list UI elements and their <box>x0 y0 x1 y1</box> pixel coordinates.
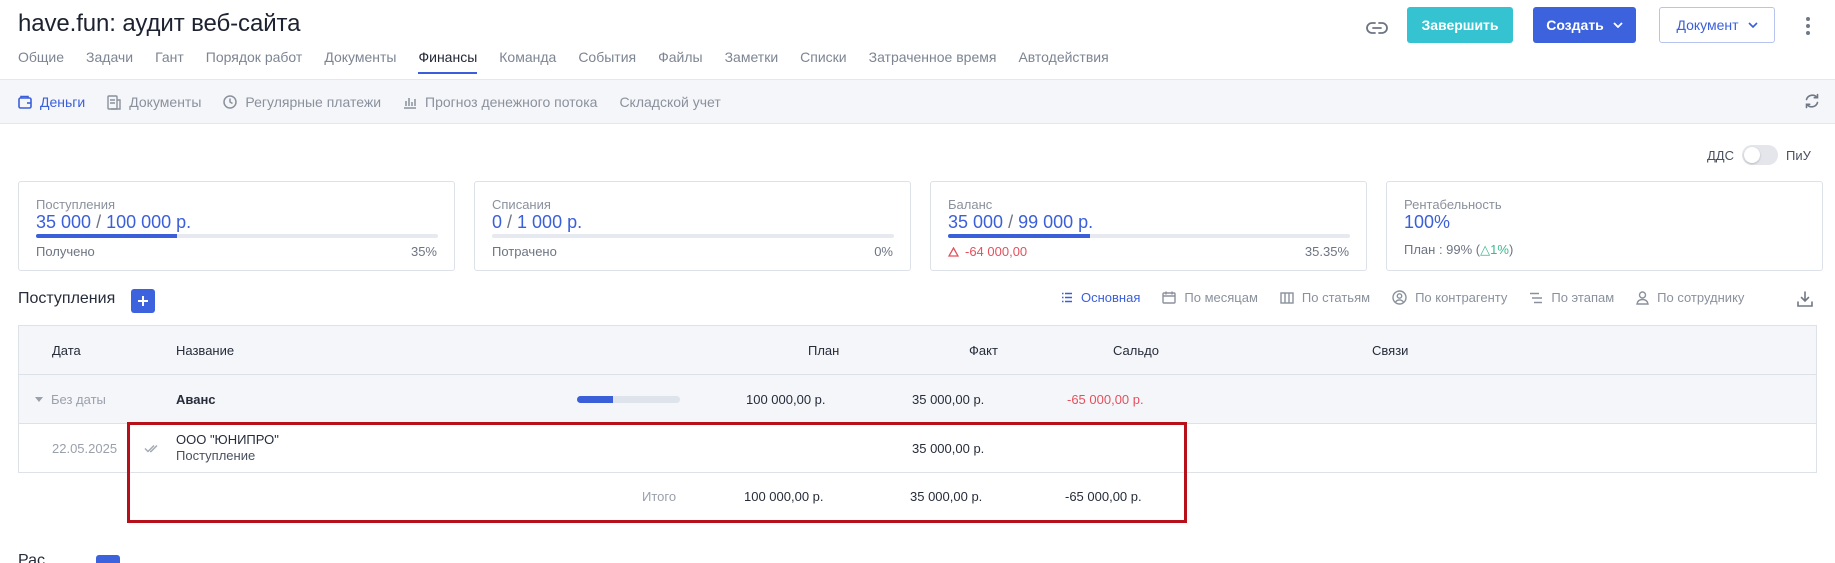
columns-icon <box>1280 291 1294 304</box>
create-button-label: Создать <box>1546 17 1604 33</box>
copy-link-button[interactable] <box>1363 14 1391 42</box>
warning-triangle-icon <box>948 246 959 257</box>
more-menu-button[interactable] <box>1800 12 1816 40</box>
add-expense-button[interactable] <box>96 555 120 563</box>
add-income-button[interactable] <box>131 289 155 313</box>
tab-files[interactable]: Файлы <box>658 49 702 74</box>
subnav-warehouse[interactable]: Складской учет <box>619 94 720 110</box>
document-button-label: Документ <box>1676 17 1739 33</box>
tab-general[interactable]: Общие <box>18 49 64 74</box>
table-header: Дата Название План Факт Сальдо Связи <box>19 326 1816 375</box>
income-progress <box>36 234 438 238</box>
table-group-row[interactable]: Без даты Аванс 100 000,00 р. 35 000,00 р… <box>19 375 1816 424</box>
tab-tasks[interactable]: Задачи <box>86 49 133 74</box>
view-by-counterparty[interactable]: По контрагенту <box>1392 290 1507 305</box>
balance-card: Баланс 35 000 / 99 000 р. -64 000,00 35.… <box>930 181 1367 271</box>
group-progress <box>577 396 680 403</box>
highlight-annotation <box>127 422 1187 523</box>
plus-icon <box>138 296 148 306</box>
expense-progress <box>492 234 894 238</box>
clock-icon <box>223 95 238 109</box>
stages-icon <box>1530 292 1543 303</box>
view-by-article[interactable]: По статьям <box>1280 290 1370 305</box>
calendar-icon <box>1162 291 1177 304</box>
download-icon <box>1797 291 1813 307</box>
subnav-documents[interactable]: Документы <box>107 94 201 110</box>
user-icon <box>1636 290 1649 305</box>
profitability-card: Рентабельность 100% План : 99% (△1%) <box>1386 181 1823 271</box>
tab-events[interactable]: События <box>578 49 636 74</box>
dds-pnl-toggle[interactable] <box>1742 145 1778 165</box>
finish-button[interactable]: Завершить <box>1407 7 1513 43</box>
income-card: Поступления 35 000 / 100 000 р. Получено… <box>18 181 455 271</box>
list-icon <box>1062 292 1072 303</box>
tab-notes[interactable]: Заметки <box>725 49 779 74</box>
tab-documents[interactable]: Документы <box>324 49 396 74</box>
view-by-stage[interactable]: По этапам <box>1529 290 1614 305</box>
subnav-money[interactable]: Деньги <box>18 94 85 110</box>
tab-team[interactable]: Команда <box>499 49 556 74</box>
link-icon <box>1366 22 1388 34</box>
page-title: have.fun: аудит веб-сайта <box>18 10 301 37</box>
toggle-label-pnl: ПиУ <box>1786 147 1811 163</box>
chevron-down-icon <box>1613 22 1623 28</box>
balance-progress <box>948 234 1350 238</box>
download-button[interactable] <box>1796 290 1816 310</box>
expense-card: Списания 0 / 1 000 р. Потрачено 0% <box>474 181 911 271</box>
tab-finance[interactable]: Финансы <box>418 49 477 74</box>
caret-down-icon <box>35 396 43 402</box>
create-button[interactable]: Создать <box>1533 7 1636 43</box>
dds-pnl-toggle-row: ДДС ПиУ <box>1707 145 1811 165</box>
finance-subnav: Деньги Документы Регулярные платежи Прог… <box>0 80 1835 124</box>
tab-workflow[interactable]: Порядок работ <box>206 49 303 74</box>
tab-time-spent[interactable]: Затраченное время <box>869 49 997 74</box>
main-tabs: Общие Задачи Гант Порядок работ Документ… <box>18 49 1131 74</box>
section-title: Поступления <box>18 290 116 307</box>
chevron-down-icon <box>1747 22 1758 28</box>
view-main[interactable]: Основная <box>1061 290 1140 305</box>
bar-chart-icon <box>404 97 417 109</box>
document-button[interactable]: Документ <box>1659 7 1775 43</box>
subnav-recurring[interactable]: Регулярные платежи <box>223 94 381 110</box>
tab-gantt[interactable]: Гант <box>155 49 184 74</box>
next-section-title: Рас <box>18 552 46 563</box>
wallet-icon <box>18 95 32 109</box>
view-by-month[interactable]: По месяцам <box>1162 290 1258 305</box>
user-circle-icon <box>1392 290 1407 305</box>
toggle-label-dds: ДДС <box>1707 147 1734 163</box>
tab-lists[interactable]: Списки <box>800 49 846 74</box>
tab-automations[interactable]: Автодействия <box>1018 49 1108 74</box>
view-by-employee[interactable]: По сотруднику <box>1636 290 1744 305</box>
subnav-cashflow-forecast[interactable]: Прогноз денежного потока <box>403 94 597 110</box>
refresh-button[interactable] <box>1803 92 1823 112</box>
document-icon <box>107 94 121 110</box>
project-header: have.fun: аудит веб-сайта Общие Задачи Г… <box>0 0 1835 80</box>
refresh-icon <box>1805 93 1819 109</box>
trend-up-icon: △ <box>1480 242 1491 257</box>
view-switcher: Основная По месяцам По статьям По контра… <box>1061 290 1766 305</box>
